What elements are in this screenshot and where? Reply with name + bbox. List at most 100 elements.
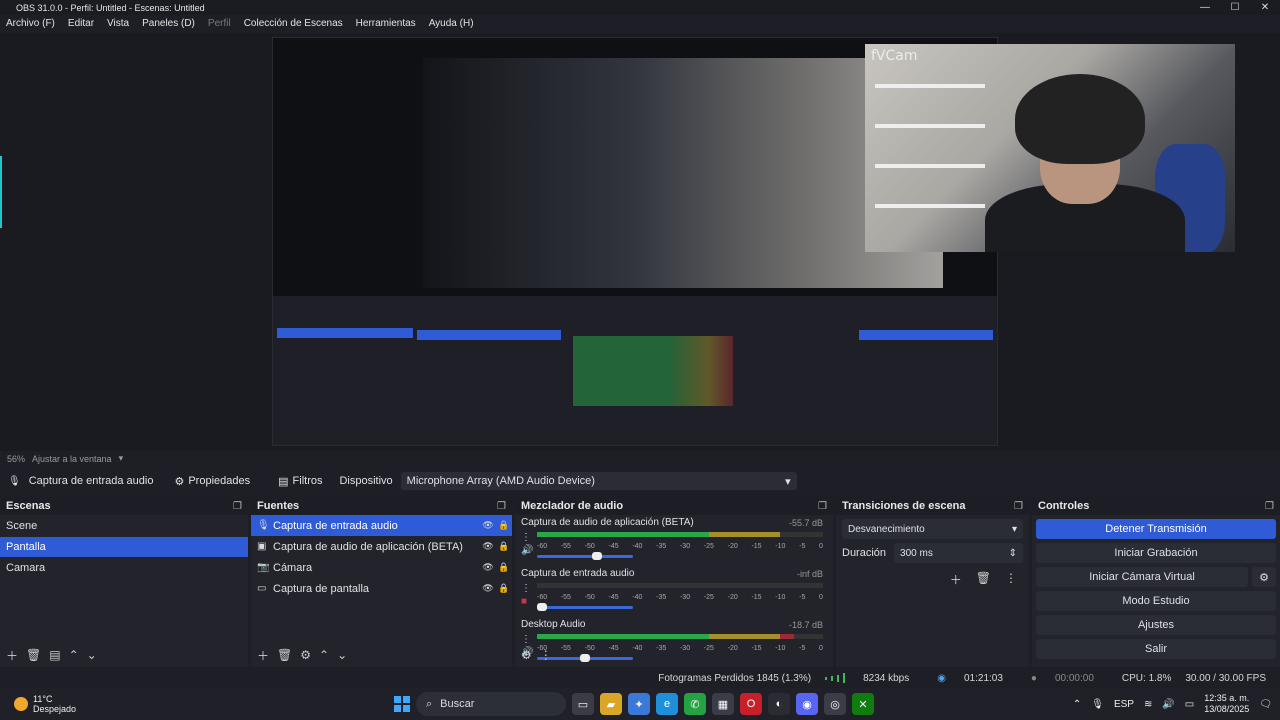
scene-item[interactable]: Camara xyxy=(0,558,248,578)
wifi-icon[interactable]: ≋ xyxy=(1144,699,1152,710)
volume-slider[interactable] xyxy=(537,552,633,560)
shelf xyxy=(875,204,985,208)
taskbar-search[interactable]: ⌕ Buscar xyxy=(416,692,566,716)
undock-icon[interactable]: ❐ xyxy=(818,501,827,512)
trash-icon[interactable]: 🗑 xyxy=(26,648,41,662)
more-icon[interactable]: ⋮ xyxy=(521,582,531,595)
move-up-icon[interactable]: ⌃ xyxy=(319,648,329,662)
trash-icon[interactable]: 🗑 xyxy=(277,648,292,662)
start-virtual-camera-button[interactable]: Iniciar Cámara Virtual xyxy=(1036,567,1248,587)
source-item[interactable]: 🎙 Captura de entrada audio 👁 🔒 xyxy=(251,515,512,536)
eye-icon[interactable]: 👁 xyxy=(480,583,496,594)
menu-editar[interactable]: Editar xyxy=(68,18,94,29)
more-icon[interactable]: ⋮ xyxy=(540,648,552,662)
more-icon[interactable]: ⋮ xyxy=(521,531,533,544)
studio-mode-button[interactable]: Modo Estudio xyxy=(1036,591,1276,611)
filters-button[interactable]: ▤ Filtros xyxy=(271,472,329,491)
menu-herramientas[interactable]: Herramientas xyxy=(356,18,416,29)
source-item[interactable]: 📷 Cámara 👁 🔒 xyxy=(251,557,512,578)
eye-icon[interactable]: 👁 xyxy=(480,520,496,531)
undock-icon[interactable]: ❐ xyxy=(1265,501,1274,512)
tick-label: -5 xyxy=(799,543,806,550)
whatsapp-icon[interactable]: ✆ xyxy=(684,693,706,715)
move-up-icon[interactable]: ⌃ xyxy=(69,648,79,662)
transition-select[interactable]: Desvanecimiento ▾ xyxy=(842,519,1023,539)
undock-icon[interactable]: ❐ xyxy=(1014,501,1023,512)
scene-item[interactable]: Scene xyxy=(0,516,248,536)
add-icon[interactable]: ＋ xyxy=(950,571,962,588)
volume-icon[interactable]: 🔊 xyxy=(521,544,533,557)
eye-icon[interactable]: 👁 xyxy=(480,541,496,552)
lock-icon[interactable]: 🔒 xyxy=(496,583,512,594)
lock-icon[interactable]: 🔒 xyxy=(496,520,512,531)
source-name: Cámara xyxy=(273,561,313,574)
menu-vista[interactable]: Vista xyxy=(107,18,129,29)
slider-handle[interactable] xyxy=(536,603,547,611)
mixer-track: Captura de audio de aplicación (BETA) -5… xyxy=(515,515,833,566)
language-indicator[interactable]: ESP xyxy=(1114,699,1134,710)
calculator-icon[interactable]: ▦ xyxy=(712,693,734,715)
settings-button[interactable]: Ajustes xyxy=(1036,615,1276,635)
xbox-icon[interactable]: ✕ xyxy=(852,693,874,715)
chevron-up-icon[interactable]: ⌃ xyxy=(1073,699,1081,710)
move-down-icon[interactable]: ⌄ xyxy=(337,648,347,662)
filter-icon[interactable]: ▤ xyxy=(49,648,60,662)
add-icon[interactable]: ＋ xyxy=(257,647,269,664)
device-select[interactable]: Microphone Array (AMD Audio Device) ▾ xyxy=(400,472,797,490)
undock-icon[interactable]: ❐ xyxy=(233,501,242,512)
mute-icon[interactable]: ■ xyxy=(521,595,531,608)
start-recording-button[interactable]: Iniciar Grabación xyxy=(1036,543,1276,563)
more-icon[interactable]: ⋮ xyxy=(521,633,533,646)
tick-label: -5 xyxy=(799,594,806,601)
weather-widget[interactable]: 11°C Despejado xyxy=(14,694,76,714)
properties-button[interactable]: ⚙ Propiedades xyxy=(167,472,257,491)
file-explorer-icon[interactable]: ▰ xyxy=(600,693,622,715)
slider-handle[interactable] xyxy=(591,552,602,560)
duration-stepper[interactable]: 300 ms ⇕ xyxy=(894,543,1023,563)
clock[interactable]: 12:35 a. m. 13/08/2025 xyxy=(1204,693,1249,715)
battery-icon[interactable]: ▭ xyxy=(1185,699,1194,710)
obs-icon[interactable]: ◎ xyxy=(824,693,846,715)
opera-icon[interactable]: O xyxy=(740,693,762,715)
start-button[interactable] xyxy=(394,696,410,712)
undock-icon[interactable]: ❐ xyxy=(497,501,506,512)
menu-perfil[interactable]: Perfil xyxy=(208,18,231,29)
volume-slider[interactable] xyxy=(536,603,633,611)
minimize-button[interactable]: — xyxy=(1190,2,1220,13)
task-view-icon[interactable]: ▭ xyxy=(572,693,594,715)
discord-icon[interactable]: ◉ xyxy=(796,693,818,715)
advanced-audio-icon[interactable]: ⚙ xyxy=(521,648,532,662)
edge-icon[interactable]: e xyxy=(656,693,678,715)
move-down-icon[interactable]: ⌄ xyxy=(87,648,97,662)
eye-icon[interactable]: 👁 xyxy=(480,562,496,573)
fit-window-dropdown[interactable]: Ajustar a la ventana xyxy=(32,454,112,464)
menu-ayuda[interactable]: Ayuda (H) xyxy=(429,18,474,29)
notification-icon[interactable]: 🗨 xyxy=(1259,699,1272,710)
app-icon[interactable]: ◐ xyxy=(768,693,790,715)
trash-icon[interactable]: 🗑 xyxy=(976,571,991,588)
close-button[interactable]: ✕ xyxy=(1250,2,1280,13)
tick-label: -30 xyxy=(679,594,691,601)
mic-icon[interactable]: 🎙 xyxy=(1091,699,1104,710)
scene-item[interactable]: Pantalla xyxy=(0,537,248,557)
lock-icon[interactable]: 🔒 xyxy=(496,562,512,573)
chevron-down-icon[interactable]: ▾ xyxy=(119,453,124,464)
source-item[interactable]: ▭ Captura de pantalla 👁 🔒 xyxy=(251,578,512,599)
add-icon[interactable]: ＋ xyxy=(6,647,18,664)
menu-archivo[interactable]: Archivo (F) xyxy=(6,18,55,29)
source-item[interactable]: ▣ Captura de audio de aplicación (BETA) … xyxy=(251,536,512,557)
exit-button[interactable]: Salir xyxy=(1036,639,1276,659)
more-icon[interactable]: ⋮ xyxy=(1005,571,1017,588)
lock-icon[interactable]: 🔒 xyxy=(496,541,512,552)
gear-icon[interactable]: ⚙ xyxy=(300,648,311,662)
mixer-title: Mezclador de audio xyxy=(521,500,624,512)
copilot-icon[interactable]: ✦ xyxy=(628,693,650,715)
stop-streaming-button[interactable]: Detener Transmisión xyxy=(1036,519,1276,539)
menu-paneles[interactable]: Paneles (D) xyxy=(142,18,195,29)
maximize-button[interactable]: ☐ xyxy=(1220,2,1250,13)
track-name: Desktop Audio xyxy=(521,619,586,630)
tick-label: -25 xyxy=(703,543,714,550)
menu-coleccion-escenas[interactable]: Colección de Escenas xyxy=(244,18,343,29)
gear-icon[interactable]: ⚙ xyxy=(1252,567,1276,587)
volume-icon[interactable]: 🔊 xyxy=(1162,699,1174,710)
